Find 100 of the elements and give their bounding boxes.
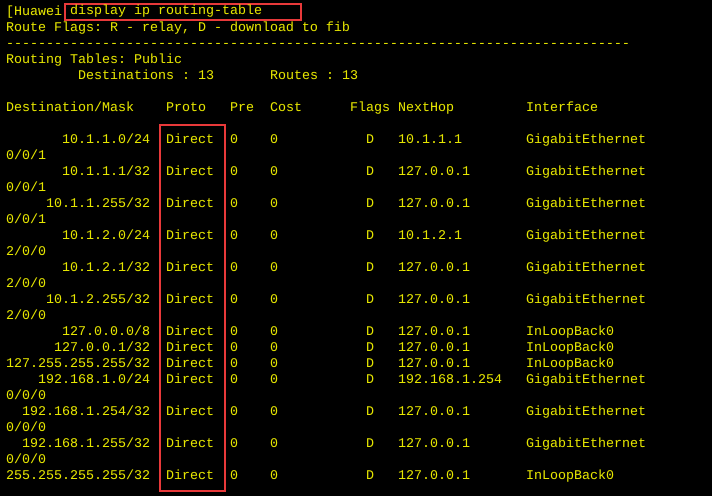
table-cell: 127.255.255.255/32 (6, 357, 150, 373)
table-cell: GigabitEthernet (526, 229, 646, 245)
table-cell: 0/0/1 (6, 181, 46, 196)
table-cell: 0 (230, 341, 238, 356)
table-cell: Direct (166, 229, 214, 244)
table-cell: 255.255.255.255/32 (6, 469, 150, 485)
table-cell: 0/0/0 (6, 421, 46, 436)
table-cell: 10.1.2.255/32 (46, 293, 150, 309)
table-cell: D (366, 405, 374, 420)
table-cell: Direct (166, 341, 214, 356)
table-cell: 0 (270, 293, 278, 308)
table-cell: D (366, 261, 374, 276)
table-cell: D (366, 165, 374, 180)
table-cell: GigabitEthernet (526, 133, 646, 149)
table-cell: Direct (166, 197, 214, 212)
column-header: Proto (166, 101, 207, 117)
table-cell: 0 (230, 405, 238, 420)
table-cell: 0/0/1 (6, 149, 46, 164)
table-cell: 127.0.0.1 (398, 293, 470, 308)
table-cell: D (366, 229, 374, 244)
column-header: Flags (350, 101, 391, 117)
table-cell: 0/0/1 (6, 213, 46, 228)
table-cell: 0 (270, 229, 278, 244)
table-cell: 0 (230, 197, 238, 212)
table-cell: 127.0.0.1 (398, 261, 470, 276)
table-cell: Direct (166, 469, 214, 484)
table-cell: 192.168.1.0/24 (38, 373, 150, 389)
table-cell: GigabitEthernet (526, 165, 646, 181)
table-cell: 192.168.1.254 (398, 373, 502, 388)
route-flags-text: Route Flags: R - relay, D - download to fib (6, 21, 350, 36)
table-cell: 0 (270, 373, 278, 388)
table-cell: 127.0.0.1 (398, 325, 470, 340)
table-cell: Direct (166, 325, 214, 340)
table-cell: 0 (270, 469, 278, 484)
table-cell: 0 (230, 293, 238, 308)
table-cell: InLoopBack0 (526, 469, 614, 485)
table-cell: D (366, 437, 374, 452)
table-cell: 0 (230, 357, 238, 372)
table-cell: 127.0.0.1 (398, 405, 470, 420)
table-cell: 0 (230, 437, 238, 452)
table-cell: Direct (166, 437, 214, 452)
table-cell: 127.0.0.1 (398, 437, 470, 452)
table-cell: Direct (166, 165, 214, 180)
prompt-text: [Huawei (6, 5, 62, 21)
table-cell: 0/0/0 (6, 389, 46, 404)
table-cell: D (366, 325, 374, 340)
table-cell: 10.1.1.1 (398, 133, 462, 148)
table-cell: 10.1.1.1/32 (62, 165, 150, 181)
column-header: Interface (526, 101, 598, 117)
table-cell: 127.0.0.1 (398, 165, 470, 180)
table-cell: 0 (230, 261, 238, 276)
table-cell: 0 (270, 325, 278, 340)
table-cell: GigabitEthernet (526, 197, 646, 213)
table-cell: 0 (270, 165, 278, 180)
table-cell: 0 (230, 325, 238, 340)
table-cell: D (366, 469, 374, 484)
table-cell: 192.168.1.254/32 (22, 405, 150, 421)
table-cell: InLoopBack0 (526, 357, 614, 373)
table-cell: 10.1.1.255/32 (46, 197, 150, 213)
table-cell: 127.0.0.1 (398, 469, 470, 484)
table-cell: D (366, 293, 374, 308)
table-cell: D (366, 373, 374, 388)
table-cell: InLoopBack0 (526, 341, 614, 357)
table-cell: 0 (230, 133, 238, 148)
table-cell: D (366, 133, 374, 148)
table-cell: 0 (270, 197, 278, 212)
table-cell: D (366, 197, 374, 212)
table-cell: 0 (230, 229, 238, 244)
destinations-count: Destinations : 13 (78, 69, 214, 85)
table-cell: Direct (166, 293, 214, 308)
table-cell: Direct (166, 357, 214, 372)
separator-line: ------------------------------------------------------------------------------ (6, 37, 630, 52)
column-header: NextHop (398, 101, 455, 117)
table-cell: GigabitEthernet (526, 405, 646, 421)
table-cell: GigabitEthernet (526, 437, 646, 453)
table-cell: 10.1.2.1/32 (62, 261, 150, 277)
table-cell: 0 (270, 405, 278, 420)
table-cell: Direct (166, 261, 214, 276)
table-cell: 127.0.0.1 (398, 341, 470, 356)
table-cell: Direct (166, 373, 214, 388)
table-cell: 0 (230, 469, 238, 484)
table-cell: 0 (270, 357, 278, 372)
routes-count: Routes : 13 (270, 69, 358, 85)
table-cell: 10.1.1.0/24 (62, 133, 150, 149)
table-cell: 10.1.2.1 (398, 229, 462, 244)
table-cell: D (366, 341, 374, 356)
table-cell: 127.0.0.0/8 (62, 325, 150, 341)
table-cell: 0 (270, 341, 278, 356)
table-cell: 0 (270, 261, 278, 276)
table-cell: GigabitEthernet (526, 373, 646, 389)
table-cell: 127.0.0.1 (398, 357, 470, 372)
table-cell: 0/0/0 (6, 453, 46, 468)
command-text: display ip routing-table (70, 4, 262, 19)
table-cell: 2/0/0 (6, 309, 46, 324)
table-cell: 0 (270, 133, 278, 148)
table-cell: 10.1.2.0/24 (62, 229, 150, 245)
column-header: Cost (270, 101, 303, 117)
table-cell: GigabitEthernet (526, 293, 646, 309)
table-cell: 0 (230, 373, 238, 388)
table-cell: InLoopBack0 (526, 325, 614, 341)
